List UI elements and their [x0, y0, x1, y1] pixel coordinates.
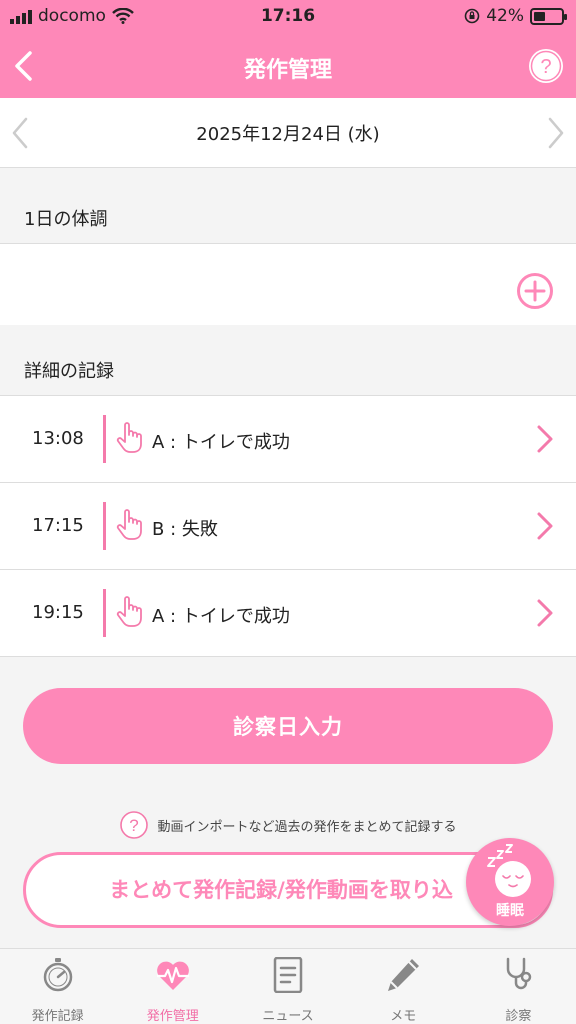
record-divider [103, 589, 106, 637]
tab-consultation[interactable]: 診察 [461, 949, 576, 1024]
next-day-icon[interactable] [542, 116, 570, 150]
tab-label: ニュース [262, 1009, 314, 1024]
tab-memo[interactable]: メモ [346, 949, 461, 1024]
condition-section-header: 1日の体調 [0, 173, 576, 243]
record-row[interactable]: 13:08 A : トイレで成功 [0, 396, 576, 483]
record-row[interactable]: 17:15 B : 失敗 [0, 483, 576, 570]
diagnosis-date-button[interactable]: 診察日入力 [23, 688, 553, 764]
tab-label: 発作記録 [31, 1009, 84, 1024]
tab-bar: 発作記録 発作管理 ニュース メモ 診察 [0, 948, 576, 1024]
record-list: 13:08 A : トイレで成功 17:15 B : 失敗 19:15 A : … [0, 395, 576, 657]
date-selector: 2025年12月24日 (水) [0, 98, 576, 168]
hand-pointer-icon [116, 596, 142, 627]
tab-seizure-record[interactable]: 発作記録 [0, 949, 115, 1024]
hand-pointer-icon [116, 422, 142, 453]
bulk-import-hint: ? 動画インポートなど過去の発作をまとめて記録する [0, 810, 576, 840]
add-condition-icon[interactable] [516, 272, 554, 310]
record-time: 13:08 [32, 428, 84, 449]
records-section-header: 詳細の記録 [0, 325, 576, 395]
nav-bar: 発作管理 ? [0, 34, 576, 98]
condition-box [0, 243, 576, 338]
status-bar: docomo 17:16 42% [0, 0, 576, 34]
condition-section-title: 1日の体調 [24, 209, 108, 230]
hint-text: 動画インポートなど過去の発作をまとめて記録する [157, 819, 457, 835]
battery-percent: 42% [486, 6, 524, 26]
records-section-title: 詳細の記録 [24, 361, 114, 382]
sleep-label: 睡眠 [496, 903, 524, 919]
bulk-import-label: まとめて発作記録/発作動画を取り込 [109, 878, 453, 902]
tab-label: 診察 [505, 1009, 532, 1024]
help-label: ? [540, 56, 551, 78]
battery-icon [530, 7, 567, 25]
tab-seizure-management[interactable]: 発作管理 [115, 949, 230, 1024]
page-title: 発作管理 [243, 58, 332, 83]
help-icon[interactable]: ? [528, 48, 564, 84]
stopwatch-icon [43, 958, 72, 992]
hand-pointer-icon [116, 509, 142, 540]
record-label: A : トイレで成功 [152, 606, 290, 627]
chevron-right-icon [537, 425, 553, 453]
document-icon [273, 957, 303, 993]
record-label: B : 失敗 [152, 519, 218, 540]
orientation-lock-icon [464, 8, 480, 24]
chevron-right-icon [537, 599, 553, 627]
status-right: 42% [464, 6, 567, 26]
current-date: 2025年12月24日 (水) [196, 124, 380, 145]
heart-pulse-icon [156, 961, 189, 990]
tab-label: メモ [390, 1009, 417, 1024]
sleeping-face-icon [495, 861, 531, 897]
record-divider [103, 415, 106, 463]
record-time: 19:15 [32, 602, 84, 623]
pencil-icon [388, 959, 420, 991]
chevron-right-icon [537, 512, 553, 540]
record-label: A : トイレで成功 [152, 432, 290, 453]
tab-news[interactable]: ニュース [230, 949, 345, 1024]
sleep-button[interactable]: 睡眠 [466, 838, 554, 926]
svg-text:?: ? [130, 816, 139, 835]
record-divider [103, 502, 106, 550]
stethoscope-icon [507, 957, 532, 990]
tab-label: 発作管理 [146, 1009, 199, 1024]
question-circle-icon[interactable]: ? [119, 810, 149, 840]
record-row[interactable]: 19:15 A : トイレで成功 [0, 570, 576, 657]
record-time: 17:15 [32, 515, 84, 536]
